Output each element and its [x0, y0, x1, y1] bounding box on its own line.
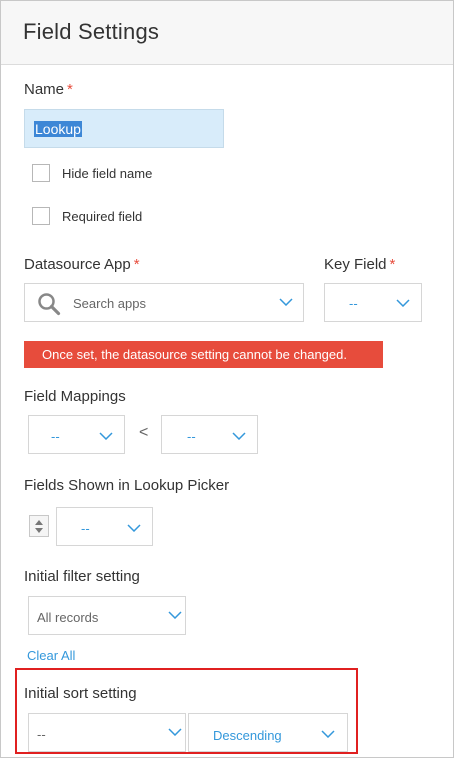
search-icon [37, 292, 61, 316]
hide-field-name-checkbox[interactable] [32, 164, 50, 182]
field-settings-dialog: Field Settings Name * Lookup Hide field n… [0, 0, 454, 758]
datasource-search-placeholder: Search apps [73, 296, 146, 311]
name-label-text: Name [24, 81, 65, 98]
name-input-value: Lookup [34, 121, 82, 137]
sort-arrows-icon [35, 520, 43, 533]
field-mapping-right-value: -- [187, 429, 196, 444]
initial-sort-label: Initial sort setting [24, 685, 137, 702]
dialog-header: Field Settings [1, 1, 453, 65]
chevron-down-icon [168, 728, 182, 736]
name-required-mark: * [67, 81, 73, 98]
mapping-arrow: < [139, 424, 149, 441]
datasource-error-message: Once set, the datasource setting cannot … [24, 341, 383, 368]
lookup-picker-field-select[interactable]: -- [56, 507, 153, 546]
initial-filter-label: Initial filter setting [24, 568, 140, 585]
required-field-checkbox[interactable] [32, 207, 50, 225]
required-field-label: Required field [62, 209, 143, 224]
chevron-down-icon [279, 298, 293, 306]
datasource-required-mark: * [133, 256, 140, 273]
reorder-handle[interactable] [29, 515, 49, 537]
chevron-down-icon [232, 432, 246, 440]
initial-sort-field-select[interactable]: -- [28, 713, 186, 752]
key-field-required-mark: * [389, 256, 396, 273]
chevron-down-icon [127, 524, 141, 532]
clear-all-link[interactable]: Clear All [27, 648, 75, 663]
lookup-picker-label: Fields Shown in Lookup Picker [24, 477, 230, 494]
initial-sort-field-value: -- [37, 727, 46, 742]
lookup-picker-field-value: -- [81, 521, 90, 536]
hide-field-name-label: Hide field name [62, 166, 153, 181]
key-field-label-text: Key Field [324, 256, 387, 273]
field-mapping-left-select[interactable]: -- [28, 415, 125, 454]
chevron-down-icon [396, 299, 410, 307]
datasource-app-label-text: Datasource App [24, 256, 131, 273]
chevron-down-icon [99, 432, 113, 440]
field-mapping-left-value: -- [51, 429, 60, 444]
key-field-value: -- [349, 296, 358, 311]
initial-filter-select[interactable]: All records [28, 596, 186, 635]
chevron-down-icon [321, 730, 335, 738]
initial-sort-order-value: Descending [213, 728, 282, 743]
key-field-select[interactable]: -- [324, 283, 422, 322]
initial-sort-order-select[interactable]: Descending [188, 713, 348, 752]
name-input[interactable]: Lookup [24, 109, 224, 148]
field-mapping-right-select[interactable]: -- [161, 415, 258, 454]
key-field-label: Key Field * [324, 256, 395, 273]
dialog-title: Field Settings [23, 19, 160, 44]
datasource-app-search[interactable]: Search apps [24, 283, 304, 322]
chevron-down-icon [168, 611, 182, 619]
datasource-app-label: Datasource App * [24, 256, 140, 273]
field-mappings-label: Field Mappings [24, 388, 126, 405]
initial-filter-value: All records [37, 610, 99, 625]
name-label: Name * [24, 81, 73, 98]
